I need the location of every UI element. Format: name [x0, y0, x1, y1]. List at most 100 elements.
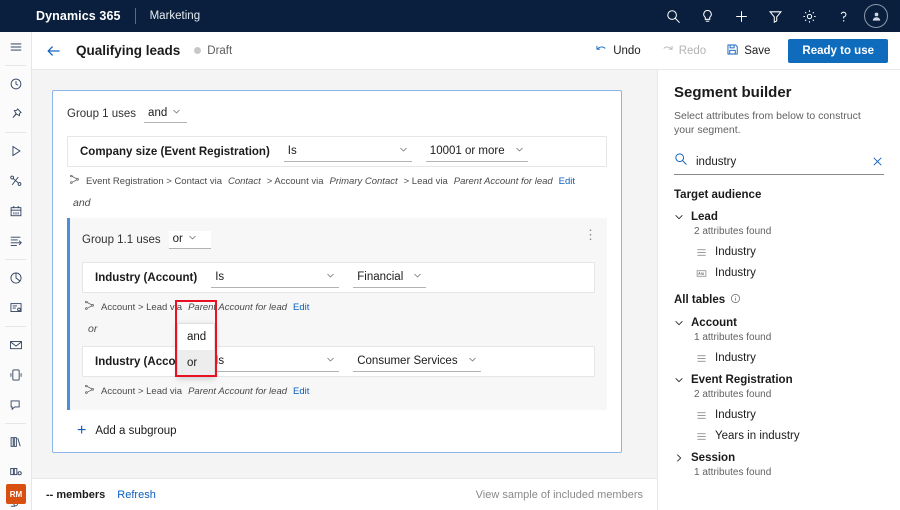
save-button[interactable]: Save	[716, 39, 780, 63]
tree-group-label: Event Registration	[691, 374, 793, 386]
back-arrow-icon[interactable]	[46, 43, 62, 59]
filter-icon[interactable]	[758, 0, 792, 32]
hamburger-icon[interactable]	[0, 32, 31, 62]
tree-leaf-industry[interactable]: Industry	[696, 409, 884, 421]
analytics-icon[interactable]	[0, 263, 31, 293]
brand-separator	[135, 8, 136, 24]
refresh-link[interactable]: Refresh	[117, 489, 156, 501]
subgroup-header: Group 1.1 uses or	[82, 229, 595, 251]
condition-operator-select[interactable]: Is	[211, 268, 339, 288]
customer-journey-icon[interactable]	[0, 166, 31, 196]
tree-leaf-industry[interactable]: Industry	[696, 352, 884, 364]
ready-to-use-button[interactable]: Ready to use	[788, 39, 888, 63]
segment-footer: -- members Refresh View sample of includ…	[32, 478, 657, 510]
recent-icon[interactable]	[0, 69, 31, 99]
mobile-icon[interactable]	[0, 360, 31, 390]
tree-group-label: Account	[691, 317, 737, 329]
add-subgroup-button[interactable]: + Add a subgroup	[67, 424, 607, 438]
top-navigation-bar: Dynamics 365 Marketing	[0, 0, 900, 32]
templates-icon[interactable]	[0, 457, 31, 487]
path-relationship-3: Parent Account for lead	[454, 176, 553, 187]
command-bar: Qualifying leads Draft Undo Redo	[32, 32, 900, 70]
chevron-down-icon	[188, 233, 197, 245]
condition-attribute: Company size (Event Registration)	[80, 146, 270, 158]
tree-leaf-years-in-industry[interactable]: Years in industry	[696, 430, 884, 442]
library-icon[interactable]	[0, 427, 31, 457]
tree-group-label: Session	[691, 452, 735, 464]
tree-leaf-label: Industry	[715, 409, 756, 421]
marketing-calendar-icon[interactable]	[0, 196, 31, 226]
condition-value-select[interactable]: Financial	[353, 268, 426, 288]
tree-group-count: 1 attributes found	[694, 332, 884, 343]
redo-label: Redo	[679, 45, 707, 57]
tree-leaf-industry-text[interactable]: Industry	[696, 267, 884, 279]
rail-divider	[5, 423, 26, 424]
chevron-down-icon	[674, 318, 684, 328]
page-title: Qualifying leads	[76, 43, 180, 58]
path-prefix: Account > Lead via	[101, 386, 182, 397]
group1-operator-select[interactable]: and	[144, 105, 187, 123]
tree-group-count: 2 attributes found	[694, 226, 884, 237]
search-icon[interactable]	[656, 0, 690, 32]
rail-divider	[5, 132, 26, 133]
condition-value-select[interactable]: 10001 or more	[426, 142, 528, 162]
segment-icon[interactable]	[0, 226, 31, 256]
redo-button[interactable]: Redo	[651, 39, 717, 63]
condition-row: Company size (Event Registration) Is 100…	[67, 136, 607, 167]
form-icon[interactable]	[0, 293, 31, 323]
tree-group-event-registration[interactable]: Event Registration	[674, 374, 884, 386]
tree-group-lead[interactable]: Lead	[674, 211, 884, 223]
dropdown-option-and[interactable]: and	[178, 324, 214, 350]
relationship-path: Account > Lead via Parent Account for le…	[82, 384, 595, 398]
dropdown-option-or[interactable]: or	[178, 350, 214, 376]
user-avatar-initials[interactable]: RM	[6, 484, 26, 504]
chevron-down-icon	[326, 271, 335, 283]
condition-operator-value: Is	[215, 271, 224, 283]
more-options-icon[interactable]: ⋮	[584, 230, 597, 239]
help-icon[interactable]	[826, 0, 860, 32]
clear-search-icon[interactable]	[871, 155, 884, 168]
gear-icon[interactable]	[792, 0, 826, 32]
tree-group-count: 1 attributes found	[694, 467, 884, 478]
path-edit-link[interactable]: Edit	[293, 302, 309, 313]
view-sample-link[interactable]: View sample of included members	[476, 489, 643, 501]
path-edit-link[interactable]: Edit	[559, 176, 575, 187]
condition-operator-select[interactable]: Is	[211, 352, 339, 372]
chevron-down-icon	[468, 355, 477, 367]
text-icon	[696, 268, 707, 279]
path-relationship-2: Primary Contact	[330, 176, 398, 187]
subgroup-1-1: ⋮ Group 1.1 uses or Industry (Account) I…	[67, 218, 607, 410]
tree-group-account[interactable]: Account	[674, 317, 884, 329]
operator-dropdown-menu[interactable]: and or	[177, 323, 215, 377]
person-icon	[871, 11, 882, 22]
search-input[interactable]	[696, 156, 863, 168]
tree-group-session[interactable]: Session	[674, 452, 884, 464]
add-icon[interactable]	[724, 0, 758, 32]
plus-icon: +	[77, 424, 86, 438]
undo-button[interactable]: Undo	[585, 39, 651, 63]
info-icon[interactable]	[730, 293, 741, 307]
relationship-icon	[69, 174, 80, 188]
subgroup-operator-select[interactable]: or	[169, 231, 211, 249]
path-edit-link[interactable]: Edit	[293, 386, 309, 397]
tree-leaf-label: Industry	[715, 352, 756, 364]
play-icon[interactable]	[0, 136, 31, 166]
chevron-down-icon	[399, 145, 408, 157]
social-icon[interactable]	[0, 390, 31, 420]
pin-icon[interactable]	[0, 99, 31, 129]
condition-attribute: Industry (Account)	[95, 272, 197, 284]
rail-divider	[5, 259, 26, 260]
tree-leaf-industry[interactable]: Industry	[696, 246, 884, 258]
tree-leaf-label: Industry	[715, 267, 756, 279]
condition-operator-select[interactable]: Is	[284, 142, 412, 162]
condition-value: 10001 or more	[430, 145, 505, 157]
email-icon[interactable]	[0, 330, 31, 360]
insights-icon[interactable]	[690, 0, 724, 32]
optionset-icon	[696, 410, 707, 421]
chevron-down-icon	[515, 145, 524, 157]
avatar[interactable]	[864, 4, 888, 28]
condition-value-select[interactable]: Consumer Services	[353, 352, 480, 372]
chevron-right-icon	[674, 453, 684, 463]
all-tables-header: All tables	[674, 293, 884, 307]
condition-value: Consumer Services	[357, 355, 457, 367]
